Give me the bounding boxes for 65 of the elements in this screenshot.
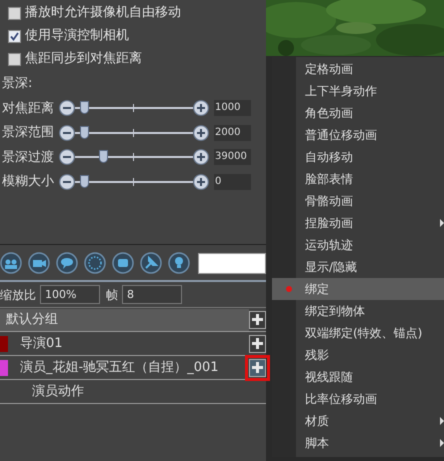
chat-icon[interactable] <box>56 252 78 274</box>
value-field[interactable]: 0 <box>214 174 251 190</box>
dotted-ring-icon[interactable] <box>84 252 106 274</box>
section-title: 景深: <box>1 75 34 93</box>
track-label[interactable]: 演员_花姐-驰冥五红（自捏）_001 <box>20 358 219 378</box>
checkbox-label: 播放时允许摄像机自由移动 <box>25 4 181 22</box>
checkbox-label: 使用导演控制相机 <box>25 27 129 46</box>
add-button[interactable] <box>249 334 266 352</box>
plus-icon[interactable] <box>193 149 209 166</box>
slider-label: 对焦距离 <box>2 100 55 118</box>
group-row[interactable]: 默认分组 <box>0 308 249 330</box>
checkbox[interactable] <box>8 30 21 42</box>
checkbox-label: 焦距同步到对焦距离 <box>25 50 142 68</box>
plus-icon <box>252 314 263 325</box>
track-label[interactable]: 导演01 <box>20 334 63 354</box>
slider-label: 景深范围 <box>2 124 55 142</box>
menu-item[interactable]: 显示/隐藏 <box>272 256 444 278</box>
menu-item[interactable]: 角色动画 <box>272 102 444 124</box>
minus-icon[interactable] <box>59 124 75 141</box>
zoom-field[interactable]: 100% <box>40 285 100 304</box>
menu-item[interactable]: 绑定 <box>272 278 444 300</box>
plus-icon <box>252 338 263 349</box>
menu-item[interactable]: 运动轨迹 <box>272 234 444 256</box>
value-field[interactable]: 1000 <box>214 100 251 116</box>
plus-icon[interactable] <box>193 174 209 190</box>
value-field[interactable]: 39000 <box>214 149 251 166</box>
bulb-icon[interactable] <box>168 252 190 274</box>
video-camera-icon[interactable] <box>28 252 50 274</box>
zoom-label: 缩放比 <box>0 286 36 304</box>
menu-item[interactable]: 比率位移动画 <box>272 388 444 410</box>
menu-item[interactable]: 普通位移动画 <box>272 124 444 146</box>
checkbox[interactable] <box>8 52 21 66</box>
menu-item[interactable]: 自动移动 <box>272 146 444 168</box>
menu-item[interactable]: 骨骼动画 <box>272 190 444 212</box>
slider-thumb[interactable] <box>80 174 90 188</box>
slider-thumb[interactable] <box>80 101 90 114</box>
slider-label: 模糊大小 <box>2 173 55 191</box>
slider-thumb[interactable] <box>98 150 108 164</box>
minus-icon[interactable] <box>59 100 75 116</box>
menu-item[interactable]: 残影 <box>272 344 444 366</box>
add-button[interactable] <box>249 358 266 376</box>
minus-icon[interactable] <box>59 149 75 166</box>
plus-icon[interactable] <box>193 100 209 116</box>
menu-item[interactable]: 视线跟随 <box>272 366 444 388</box>
menu-item[interactable]: 脚本 <box>272 432 444 454</box>
plus-icon <box>252 362 263 373</box>
menu-item[interactable]: 材质 <box>272 410 444 432</box>
checkbox[interactable] <box>8 6 21 20</box>
slider-label: 景深过渡 <box>2 148 55 166</box>
minus-icon[interactable] <box>59 174 75 190</box>
slider-thumb[interactable] <box>80 126 90 139</box>
track-label[interactable]: 演员动作 <box>32 382 84 402</box>
menu-item[interactable]: 绑定到物体 <box>272 300 444 322</box>
plus-icon[interactable] <box>193 124 209 141</box>
value-field[interactable]: 2000 <box>214 124 251 141</box>
people-icon[interactable] <box>0 252 22 274</box>
menu-item[interactable]: 捏脸动画 <box>272 212 444 234</box>
menu-item[interactable]: 定格动画 <box>272 58 444 80</box>
menu-item[interactable]: 脸部表情 <box>272 168 444 190</box>
menu-item[interactable]: 双端绑定(特效、锚点) <box>272 322 444 344</box>
input-field[interactable] <box>198 252 266 274</box>
add-button[interactable] <box>249 310 266 328</box>
menu-item[interactable]: 上下半身动作 <box>272 80 444 102</box>
frame-field[interactable]: 8 <box>122 285 182 304</box>
frame-label: 帧 <box>106 286 118 304</box>
